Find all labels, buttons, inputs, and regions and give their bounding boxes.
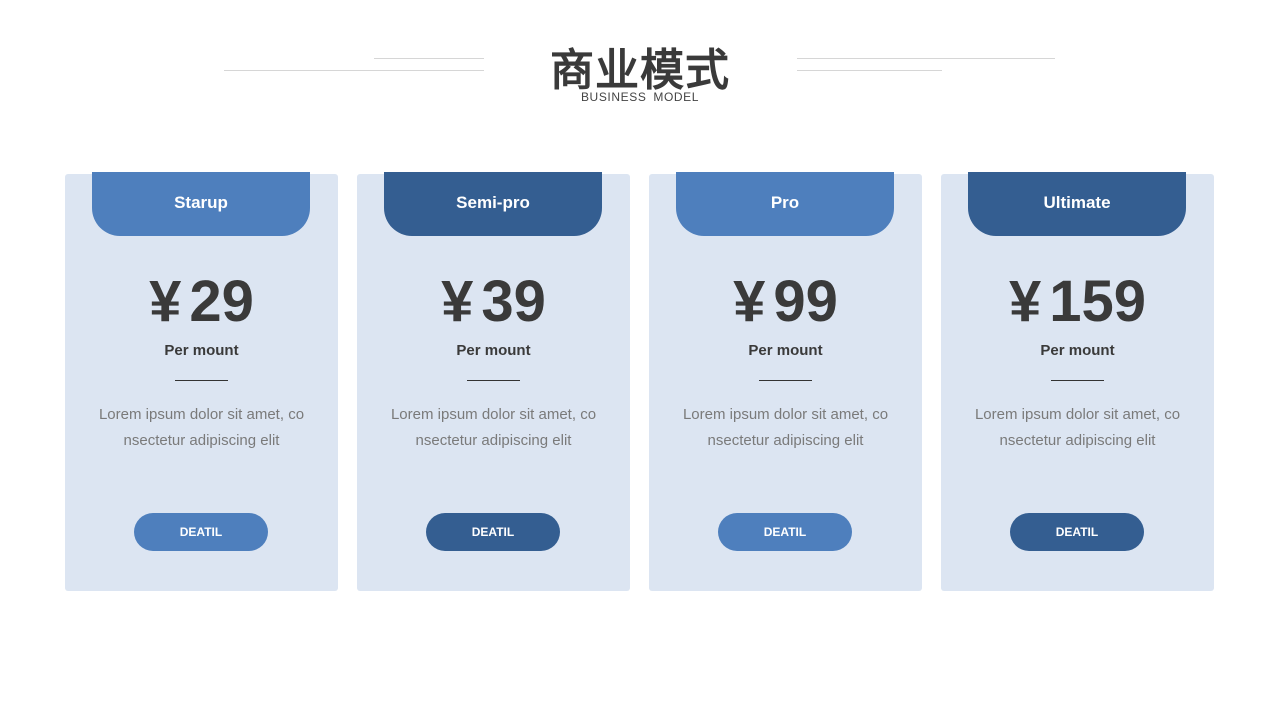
description-line: Lorem ipsum dolor sit amet, co: [974, 406, 1181, 423]
description-line: nsectetur adipiscing elit: [415, 432, 572, 449]
detail-button[interactable]: DEATIL: [134, 513, 268, 551]
divider: [759, 380, 812, 381]
plan-description: Lorem ipsum dolor sit amet, co nsectetur…: [963, 402, 1192, 454]
plan-price: ¥39: [357, 270, 630, 334]
pricing-card-semi-pro: Semi-pro ¥39 Per mount Lorem ipsum dolor…: [357, 172, 630, 591]
plan-name-tab: Starup: [92, 172, 310, 236]
plan-period: Per mount: [1040, 342, 1115, 359]
page-title: 商业模式: [550, 45, 730, 96]
plan-price: ¥159: [941, 270, 1214, 334]
plan-description: Lorem ipsum dolor sit amet, co nsectetur…: [379, 402, 608, 454]
currency-symbol: ¥: [441, 269, 474, 334]
description-line: nsectetur adipiscing elit: [123, 432, 280, 449]
plan-period: Per mount: [456, 342, 531, 359]
pricing-card-starup: Starup ¥29 Per mount Lorem ipsum dolor s…: [65, 172, 338, 591]
pricing-card-ultimate: Ultimate ¥159 Per mount Lorem ipsum dolo…: [941, 172, 1214, 591]
plan-description: Lorem ipsum dolor sit amet, co nsectetur…: [87, 402, 316, 454]
description-line: nsectetur adipiscing elit: [999, 432, 1156, 449]
plan-name-tab: Pro: [676, 172, 894, 236]
description-line: Lorem ipsum dolor sit amet, co: [682, 406, 889, 423]
currency-symbol: ¥: [733, 269, 766, 334]
detail-button[interactable]: DEATIL: [1010, 513, 1144, 551]
plan-name-tab: Semi-pro: [384, 172, 602, 236]
price-value: 159: [1049, 269, 1147, 334]
detail-button[interactable]: DEATIL: [426, 513, 560, 551]
price-value: 99: [773, 269, 838, 334]
divider: [1051, 380, 1104, 381]
page-subtitle: BUSINESS MODEL: [580, 90, 700, 104]
description-line: Lorem ipsum dolor sit amet, co: [98, 406, 305, 423]
slide-header: 商业模式 BUSINESS MODEL: [0, 0, 1280, 120]
plan-price: ¥29: [65, 270, 338, 334]
plan-period: Per mount: [748, 342, 823, 359]
divider: [175, 380, 228, 381]
divider: [467, 380, 520, 381]
plan-period: Per mount: [164, 342, 239, 359]
description-line: Lorem ipsum dolor sit amet, co: [390, 406, 597, 423]
currency-symbol: ¥: [149, 269, 182, 334]
price-value: 39: [481, 269, 546, 334]
currency-symbol: ¥: [1008, 269, 1042, 334]
price-value: 29: [189, 269, 254, 334]
pricing-cards: Starup ¥29 Per mount Lorem ipsum dolor s…: [65, 172, 1215, 591]
detail-button[interactable]: DEATIL: [718, 513, 852, 551]
plan-price: ¥99: [649, 270, 922, 334]
plan-name-tab: Ultimate: [968, 172, 1186, 236]
description-line: nsectetur adipiscing elit: [707, 432, 864, 449]
pricing-card-pro: Pro ¥99 Per mount Lorem ipsum dolor sit …: [649, 172, 922, 591]
plan-description: Lorem ipsum dolor sit amet, co nsectetur…: [671, 402, 900, 454]
